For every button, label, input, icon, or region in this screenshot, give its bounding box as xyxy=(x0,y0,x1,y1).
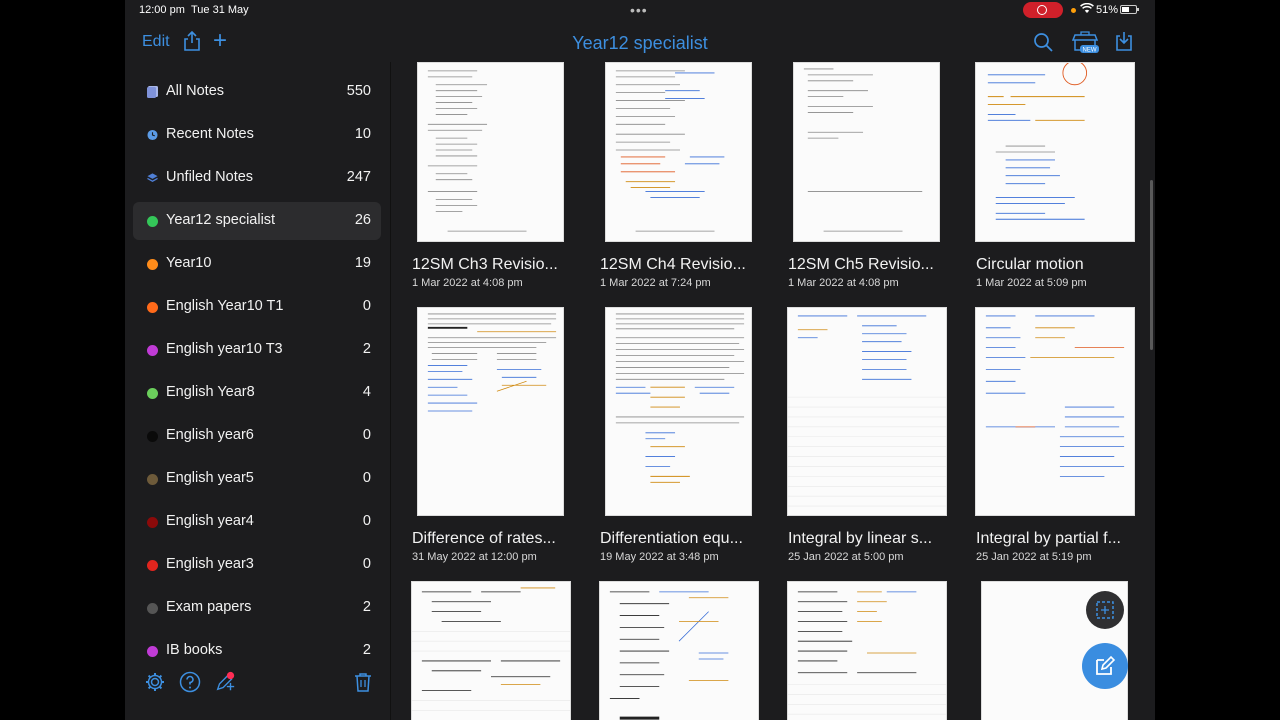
page-title: Year12 specialist xyxy=(572,33,708,53)
dashed-select-icon xyxy=(1096,601,1114,619)
note-thumbnail[interactable] xyxy=(599,581,759,720)
left-black-bar xyxy=(0,0,125,720)
store-icon[interactable]: NEW xyxy=(1071,30,1099,54)
sidebar-item-english-year3[interactable]: English year3 0 xyxy=(133,546,381,584)
mic-indicator-icon xyxy=(1071,8,1076,13)
document-preview xyxy=(803,68,923,232)
add-icon[interactable]: + xyxy=(213,29,227,53)
note-thumbnail[interactable] xyxy=(417,307,564,516)
sidebar-item-year12-specialist[interactable]: Year12 specialist 26 xyxy=(133,202,381,240)
note-date: 31 May 2022 at 12:00 pm xyxy=(412,551,537,563)
clock-icon xyxy=(147,129,158,141)
screen-recording-icon[interactable] xyxy=(1023,2,1063,18)
document-preview xyxy=(615,70,725,232)
handwritten-preview xyxy=(985,315,1125,477)
select-button[interactable] xyxy=(1086,591,1124,629)
pen-settings-icon[interactable] xyxy=(214,671,236,693)
status-time: 12:00 pm Tue 31 May xyxy=(139,4,249,16)
right-black-bar xyxy=(1155,0,1280,720)
folder-color-dot xyxy=(147,259,158,270)
note-thumbnail[interactable] xyxy=(605,62,752,242)
help-icon[interactable] xyxy=(179,671,201,693)
wifi-icon xyxy=(1080,2,1094,17)
share-icon[interactable] xyxy=(182,30,202,52)
search-icon[interactable] xyxy=(1033,32,1053,52)
status-bar: 12:00 pm Tue 31 May ••• 51% xyxy=(0,0,1280,22)
note-title[interactable]: 12SM Ch3 Revisio... xyxy=(412,256,558,274)
note-thumbnail[interactable] xyxy=(417,62,564,242)
document-preview xyxy=(427,70,527,232)
trash-icon[interactable] xyxy=(352,671,374,693)
note-date: 1 Mar 2022 at 4:08 pm xyxy=(412,277,523,289)
folder-color-dot xyxy=(147,517,158,528)
note-thumbnail[interactable] xyxy=(605,307,752,516)
sidebar-item-english-year6[interactable]: English year6 0 xyxy=(133,417,381,455)
sidebar-item-year10[interactable]: Year10 19 xyxy=(133,245,381,283)
sidebar-item-all-notes[interactable]: All Notes 550 xyxy=(133,73,381,111)
folder-color-dot xyxy=(147,388,158,399)
note-thumbnail[interactable] xyxy=(411,581,571,720)
battery-percent: 51% xyxy=(1096,4,1119,16)
folder-color-dot xyxy=(147,560,158,571)
note-thumbnail[interactable] xyxy=(787,307,947,516)
note-date: 19 May 2022 at 3:48 pm xyxy=(600,551,719,563)
sidebar-item-recent-notes[interactable]: Recent Notes 10 xyxy=(133,116,381,154)
note-date: 1 Mar 2022 at 5:09 pm xyxy=(976,277,1087,289)
note-date: 25 Jan 2022 at 5:19 pm xyxy=(976,551,1092,563)
multitasking-dots-icon[interactable]: ••• xyxy=(630,2,648,18)
handwritten-preview xyxy=(788,315,946,507)
handwritten-preview xyxy=(987,63,1088,220)
sidebar-item-unfiled-notes[interactable]: Unfiled Notes 247 xyxy=(133,159,381,197)
new-note-button[interactable] xyxy=(1082,643,1128,689)
edit-button[interactable]: Edit xyxy=(142,33,170,51)
compose-icon xyxy=(1096,655,1116,675)
settings-icon[interactable] xyxy=(144,671,166,693)
note-title[interactable]: 12SM Ch5 Revisio... xyxy=(788,256,934,274)
sidebar-item-english-year4[interactable]: English year4 0 xyxy=(133,503,381,541)
note-thumbnail[interactable] xyxy=(975,307,1135,516)
note-date: 1 Mar 2022 at 7:24 pm xyxy=(600,277,711,289)
document-preview xyxy=(427,313,557,412)
sidebar-item-exam-papers[interactable]: Exam papers 2 xyxy=(133,589,381,627)
note-thumbnail[interactable] xyxy=(787,581,947,720)
handwritten-preview xyxy=(788,591,946,715)
note-title[interactable]: Integral by linear s... xyxy=(788,530,932,548)
note-title[interactable]: Difference of rates... xyxy=(412,530,556,548)
folder-color-dot xyxy=(147,345,158,356)
battery-icon xyxy=(1120,5,1139,14)
folder-color-dot xyxy=(147,603,158,614)
folder-color-dot xyxy=(147,474,158,485)
svg-text:NEW: NEW xyxy=(1083,48,1097,54)
handwritten-preview xyxy=(609,591,729,720)
folder-color-dot xyxy=(147,302,158,313)
sidebar-item-english-year8[interactable]: English Year8 4 xyxy=(133,374,381,412)
stack-icon xyxy=(147,173,158,182)
note-title[interactable]: Circular motion xyxy=(976,256,1084,274)
sidebar-item-english-year10-t3[interactable]: English year10 T3 2 xyxy=(133,331,381,369)
download-icon[interactable] xyxy=(1114,30,1134,52)
note-date: 25 Jan 2022 at 5:00 pm xyxy=(788,551,904,563)
document-preview xyxy=(615,313,745,483)
scrollbar[interactable] xyxy=(1150,180,1153,350)
note-title[interactable]: Differentiation equ... xyxy=(600,530,743,548)
all-notes-icon xyxy=(147,86,158,98)
handwritten-preview xyxy=(412,587,570,711)
note-title[interactable]: Integral by partial f... xyxy=(976,530,1121,548)
note-thumbnail[interactable] xyxy=(975,62,1135,242)
sidebar: All Notes 550 Recent Notes 10 Unfiled No… xyxy=(125,70,390,660)
sidebar-item-english-year5[interactable]: English year5 0 xyxy=(133,460,381,498)
notes-grid: 12SM Ch3 Revisio... 1 Mar 2022 at 4:08 p… xyxy=(391,62,1155,720)
folder-color-dot xyxy=(147,431,158,442)
folder-color-dot xyxy=(147,646,158,657)
note-date: 1 Mar 2022 at 4:08 pm xyxy=(788,277,899,289)
folder-color-dot xyxy=(147,216,158,227)
note-title[interactable]: 12SM Ch4 Revisio... xyxy=(600,256,746,274)
note-thumbnail[interactable] xyxy=(793,62,940,242)
sidebar-item-english-year10-t1[interactable]: English Year10 T1 0 xyxy=(133,288,381,326)
